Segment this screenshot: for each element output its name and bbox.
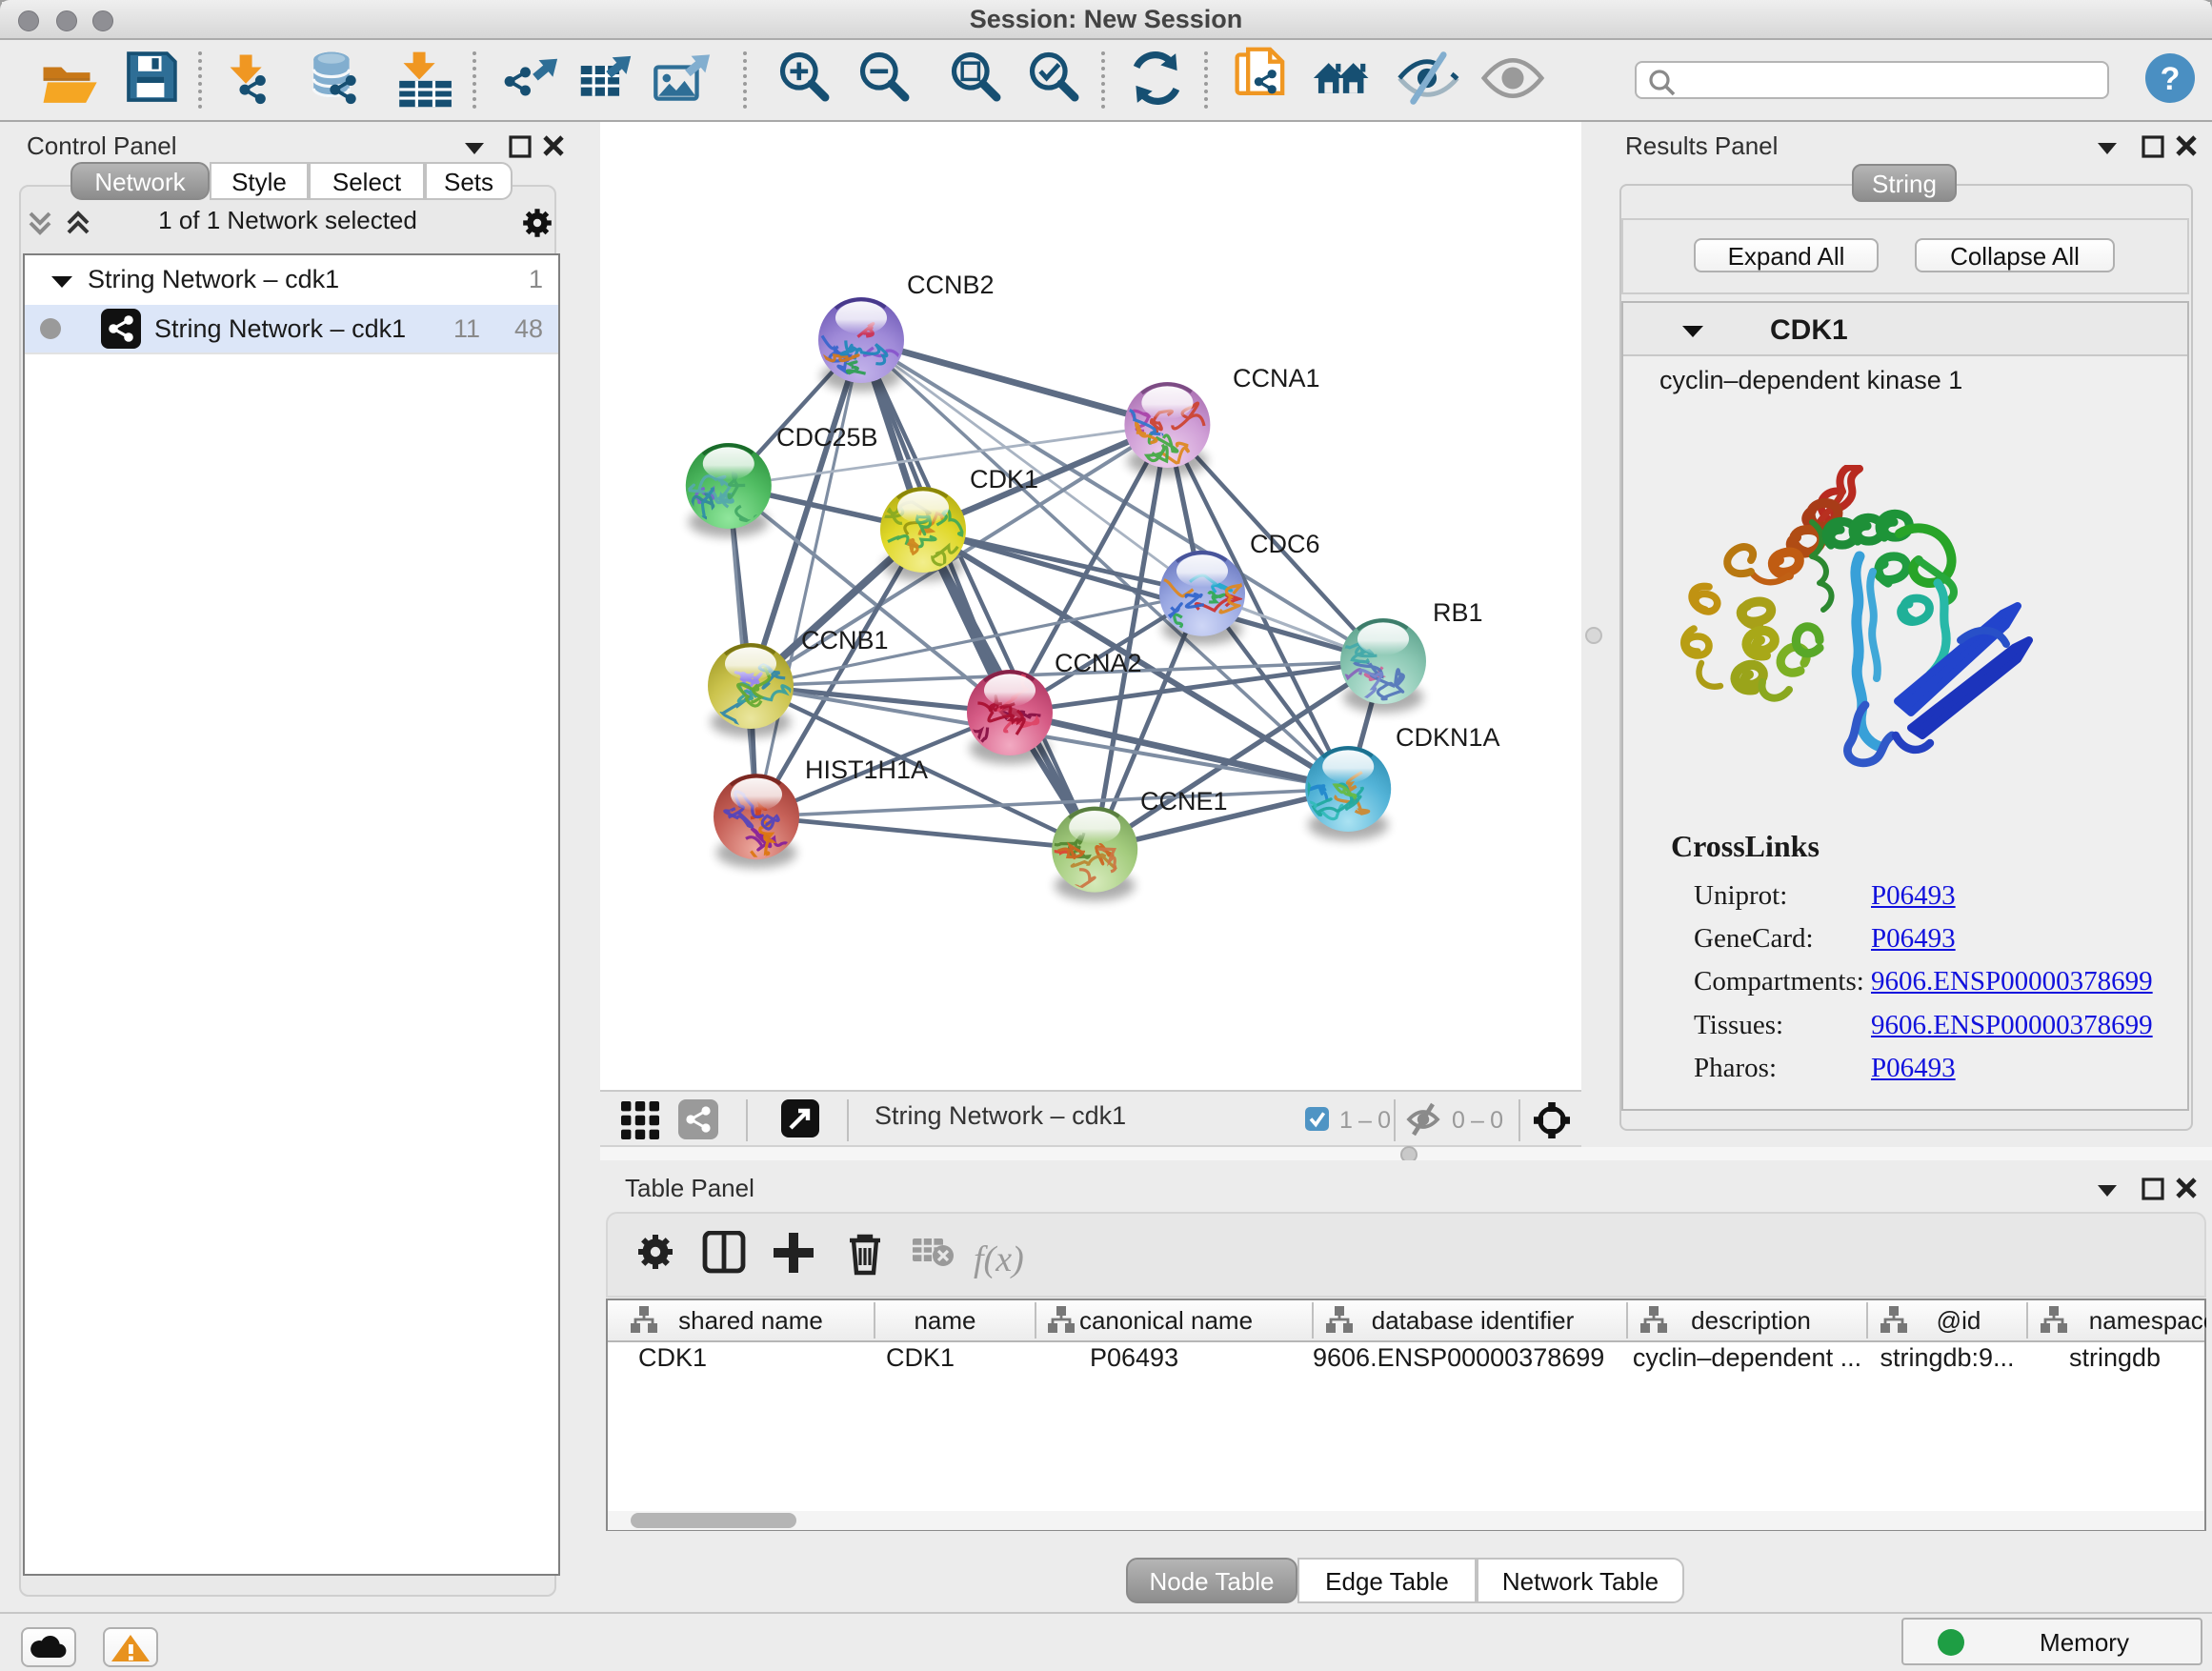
svg-text:1 – 0: 1 – 0 xyxy=(1339,1107,1391,1134)
svg-text:name: name xyxy=(914,1306,975,1335)
svg-text:0 – 0: 0 – 0 xyxy=(1452,1107,1503,1134)
svg-text:RB1: RB1 xyxy=(1433,598,1483,627)
svg-text:CCNA2: CCNA2 xyxy=(1055,649,1142,677)
svg-text:?: ? xyxy=(2161,61,2181,97)
svg-text:CCNB1: CCNB1 xyxy=(801,626,889,654)
svg-text:CCNA1: CCNA1 xyxy=(1233,364,1320,393)
svg-text:canonical name: canonical name xyxy=(1079,1306,1253,1335)
svg-text:database identifier: database identifier xyxy=(1372,1306,1575,1335)
svg-text:CDK1: CDK1 xyxy=(970,465,1038,493)
svg-text:CDC6: CDC6 xyxy=(1250,530,1320,558)
svg-text:CCNE1: CCNE1 xyxy=(1140,787,1228,815)
svg-text:CDC25B: CDC25B xyxy=(776,423,878,452)
svg-text:CDKN1A: CDKN1A xyxy=(1396,723,1500,752)
svg-text:HIST1H1A: HIST1H1A xyxy=(805,755,928,784)
svg-text:namespace: namespace xyxy=(2089,1306,2206,1335)
svg-text:@id: @id xyxy=(1937,1306,1981,1335)
svg-text:description: description xyxy=(1691,1306,1811,1335)
svg-text:CCNB2: CCNB2 xyxy=(907,271,995,299)
svg-text:f(x): f(x) xyxy=(974,1239,1024,1279)
svg-text:shared name: shared name xyxy=(678,1306,823,1335)
